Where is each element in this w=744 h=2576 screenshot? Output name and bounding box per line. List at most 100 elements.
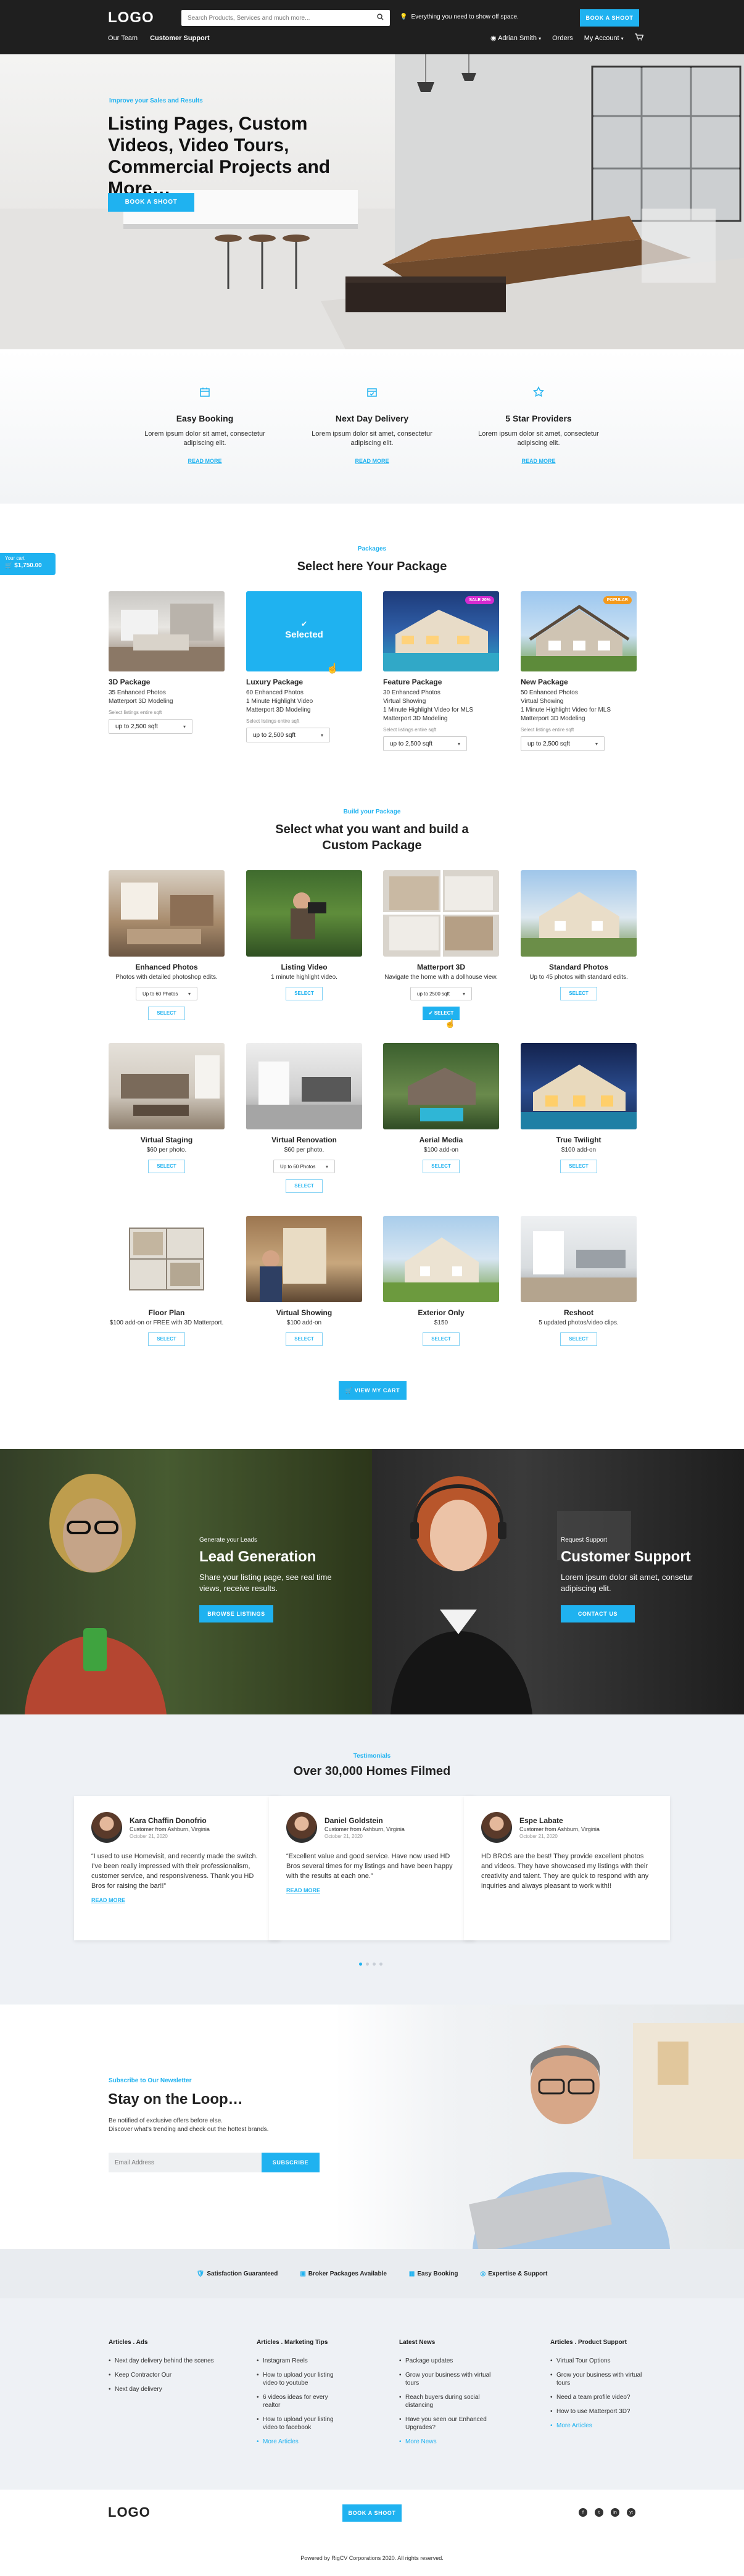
- more-articles-link[interactable]: More Articles: [257, 2438, 343, 2446]
- footer-column-news: Latest News Package updates Grow your bu…: [399, 2339, 492, 2452]
- facebook-icon[interactable]: f: [579, 2508, 587, 2517]
- select-button[interactable]: SELECT: [423, 1332, 460, 1346]
- package-feature: 35 Enhanced Photos: [109, 689, 166, 696]
- service-option-select[interactable]: up to 2500 sqft ▾: [410, 987, 472, 1000]
- footer-link[interactable]: Next day delivery behind the scenes: [109, 2357, 232, 2365]
- service-card: Reshoot 5 updated photos/video clips. SE…: [521, 1216, 637, 1346]
- check-icon: ✔: [428, 1010, 433, 1016]
- more-news-link[interactable]: More News: [399, 2438, 492, 2446]
- select-button[interactable]: SELECT: [148, 1007, 185, 1020]
- benefit-item: 🛡 Satisfaction Guaranteed: [197, 2271, 278, 2277]
- select-button[interactable]: SELECT: [286, 1332, 323, 1346]
- service-name: True Twilight: [556, 1136, 601, 1144]
- service-image: [383, 870, 499, 957]
- package-name: New Package: [521, 678, 568, 686]
- hero-book-button[interactable]: BOOK A SHOOT: [108, 193, 194, 212]
- email-field[interactable]: [109, 2153, 262, 2172]
- read-more-link[interactable]: READ MORE: [286, 1887, 458, 1893]
- carousel-dots[interactable]: [359, 1963, 382, 1966]
- nav-orders[interactable]: Orders: [552, 35, 573, 42]
- select-button[interactable]: SELECT: [148, 1332, 185, 1346]
- read-more-link[interactable]: READ MORE: [91, 1897, 263, 1903]
- read-more-link[interactable]: READ MORE: [471, 458, 606, 464]
- logo[interactable]: LOGO: [108, 9, 154, 27]
- service-image: [246, 1043, 362, 1129]
- footer-logo[interactable]: LOGO: [108, 2504, 151, 2520]
- carousel-dot[interactable]: [359, 1963, 362, 1966]
- subscribe-button[interactable]: SUBSCRIBE: [262, 2153, 320, 2172]
- select-button[interactable]: SELECT: [286, 987, 323, 1000]
- package-card[interactable]: SALE 20% Feature Package 30 Enhanced Pho…: [383, 591, 499, 751]
- select-button[interactable]: SELECT: [423, 1160, 460, 1173]
- cart-icon[interactable]: [634, 33, 644, 43]
- read-more-link[interactable]: READ MORE: [304, 458, 440, 464]
- view-cart-button[interactable]: 🛒 VIEW MY CART: [339, 1381, 407, 1400]
- carousel-dot[interactable]: [379, 1963, 382, 1966]
- package-card[interactable]: 3D Package 35 Enhanced Photos Matterport…: [109, 591, 225, 734]
- service-image: [383, 1043, 499, 1129]
- youtube-icon[interactable]: yt: [627, 2508, 635, 2517]
- package-size-select[interactable]: up to 2,500 sqft ▾: [109, 719, 192, 734]
- calendar-check-icon: [365, 386, 379, 401]
- search-input[interactable]: Search Products, Services and much more.…: [181, 10, 390, 26]
- footer-link[interactable]: How to upload your listing video to face…: [257, 2416, 343, 2432]
- footer-link[interactable]: Need a team profile video?: [550, 2393, 643, 2401]
- hero-section: Improve your Sales and Results Listing P…: [0, 54, 744, 349]
- footer-link[interactable]: Next day delivery: [109, 2385, 232, 2393]
- package-size-select[interactable]: up to 2,500 sqft ▾: [521, 736, 605, 751]
- footer-link[interactable]: Have you seen our Enhanced Upgrades?: [399, 2416, 492, 2432]
- carousel-dot[interactable]: [373, 1963, 376, 1966]
- service-option-select[interactable]: Up to 60 Photos ▾: [273, 1160, 335, 1173]
- footer-link[interactable]: Package updates: [399, 2357, 492, 2365]
- service-option-select[interactable]: Up to 60 Photos ▾: [136, 987, 197, 1000]
- select-button[interactable]: SELECT: [560, 987, 597, 1000]
- linkedin-icon[interactable]: in: [611, 2508, 619, 2517]
- more-articles-link[interactable]: More Articles: [550, 2422, 643, 2430]
- nav-customer-support[interactable]: Customer Support: [150, 35, 210, 42]
- select-button[interactable]: SELECT: [560, 1332, 597, 1346]
- footer-book-button[interactable]: BOOK A SHOOT: [342, 2504, 402, 2522]
- twitter-icon[interactable]: t: [595, 2508, 603, 2517]
- testimonial-author: Espe Labate Customer from Ashburn, Virgi…: [481, 1812, 653, 1843]
- user-menu[interactable]: ◉ Adrian Smith ▾: [490, 34, 541, 42]
- newsletter-line: Be notified of exclusive offers before e…: [109, 2117, 223, 2124]
- chevron-down-icon: ▾: [595, 741, 598, 747]
- service-desc: $100 add-on: [423, 1147, 459, 1153]
- chevron-down-icon: ▾: [183, 723, 186, 729]
- search-icon[interactable]: [377, 14, 384, 22]
- select-button[interactable]: SELECT: [148, 1160, 185, 1173]
- package-size-select[interactable]: up to 2,500 sqft ▾: [246, 728, 330, 742]
- package-card[interactable]: ✔ Selected ☝ Luxury Package 60 Enhanced …: [246, 591, 362, 742]
- footer-link[interactable]: Keep Contractor Our: [109, 2371, 232, 2379]
- browse-listings-button[interactable]: BROWSE LISTINGS: [199, 1605, 273, 1622]
- select-button[interactable]: SELECT: [286, 1179, 323, 1193]
- footer-link[interactable]: Instagram Reels: [257, 2357, 343, 2365]
- avatar: [481, 1812, 512, 1843]
- select-button[interactable]: SELECT: [560, 1160, 597, 1173]
- footer-link[interactable]: 6 videos ideas for every realtor: [257, 2393, 343, 2409]
- service-desc: Navigate the home with a dollhouse view.: [384, 974, 498, 981]
- user-icon: ◉: [490, 35, 497, 42]
- newsletter-line: Discover what’s trending and check out t…: [109, 2126, 269, 2133]
- feature-5-star-providers: 5 Star Providers Lorem ipsum dolor sit a…: [471, 386, 606, 464]
- footer-link[interactable]: Grow your business with virtual tours: [550, 2371, 643, 2387]
- carousel-dot[interactable]: [366, 1963, 369, 1966]
- benefit-label: Easy Booking: [417, 2270, 458, 2277]
- footer-link[interactable]: How to upload your listing video to yout…: [257, 2371, 343, 2387]
- newsletter-title: Stay on the Loop…: [108, 2091, 243, 2108]
- packages-title: Select here Your Package: [297, 560, 447, 573]
- footer-link[interactable]: How to use Matterport 3D?: [550, 2408, 643, 2416]
- footer-link[interactable]: Reach buyers during social distancing: [399, 2393, 492, 2409]
- read-more-link[interactable]: READ MORE: [137, 458, 273, 464]
- footer-link[interactable]: Grow your business with virtual tours: [399, 2371, 492, 2387]
- contact-us-button[interactable]: CONTACT US: [561, 1605, 635, 1622]
- account-menu[interactable]: My Account ▾: [584, 35, 624, 42]
- nav-our-team[interactable]: Our Team: [108, 35, 138, 42]
- service-image: [109, 870, 225, 957]
- hero-eyebrow: Improve your Sales and Results: [109, 98, 203, 104]
- package-size-select[interactable]: up to 2,500 sqft ▾: [383, 736, 467, 751]
- testimonials-eyebrow: Testimonials: [353, 1753, 391, 1760]
- package-card[interactable]: POPULAR New Package 50 Enhanced Photos V…: [521, 591, 637, 751]
- book-shoot-button[interactable]: BOOK A SHOOT: [580, 9, 639, 27]
- footer-link[interactable]: Virtual Tour Options: [550, 2357, 643, 2365]
